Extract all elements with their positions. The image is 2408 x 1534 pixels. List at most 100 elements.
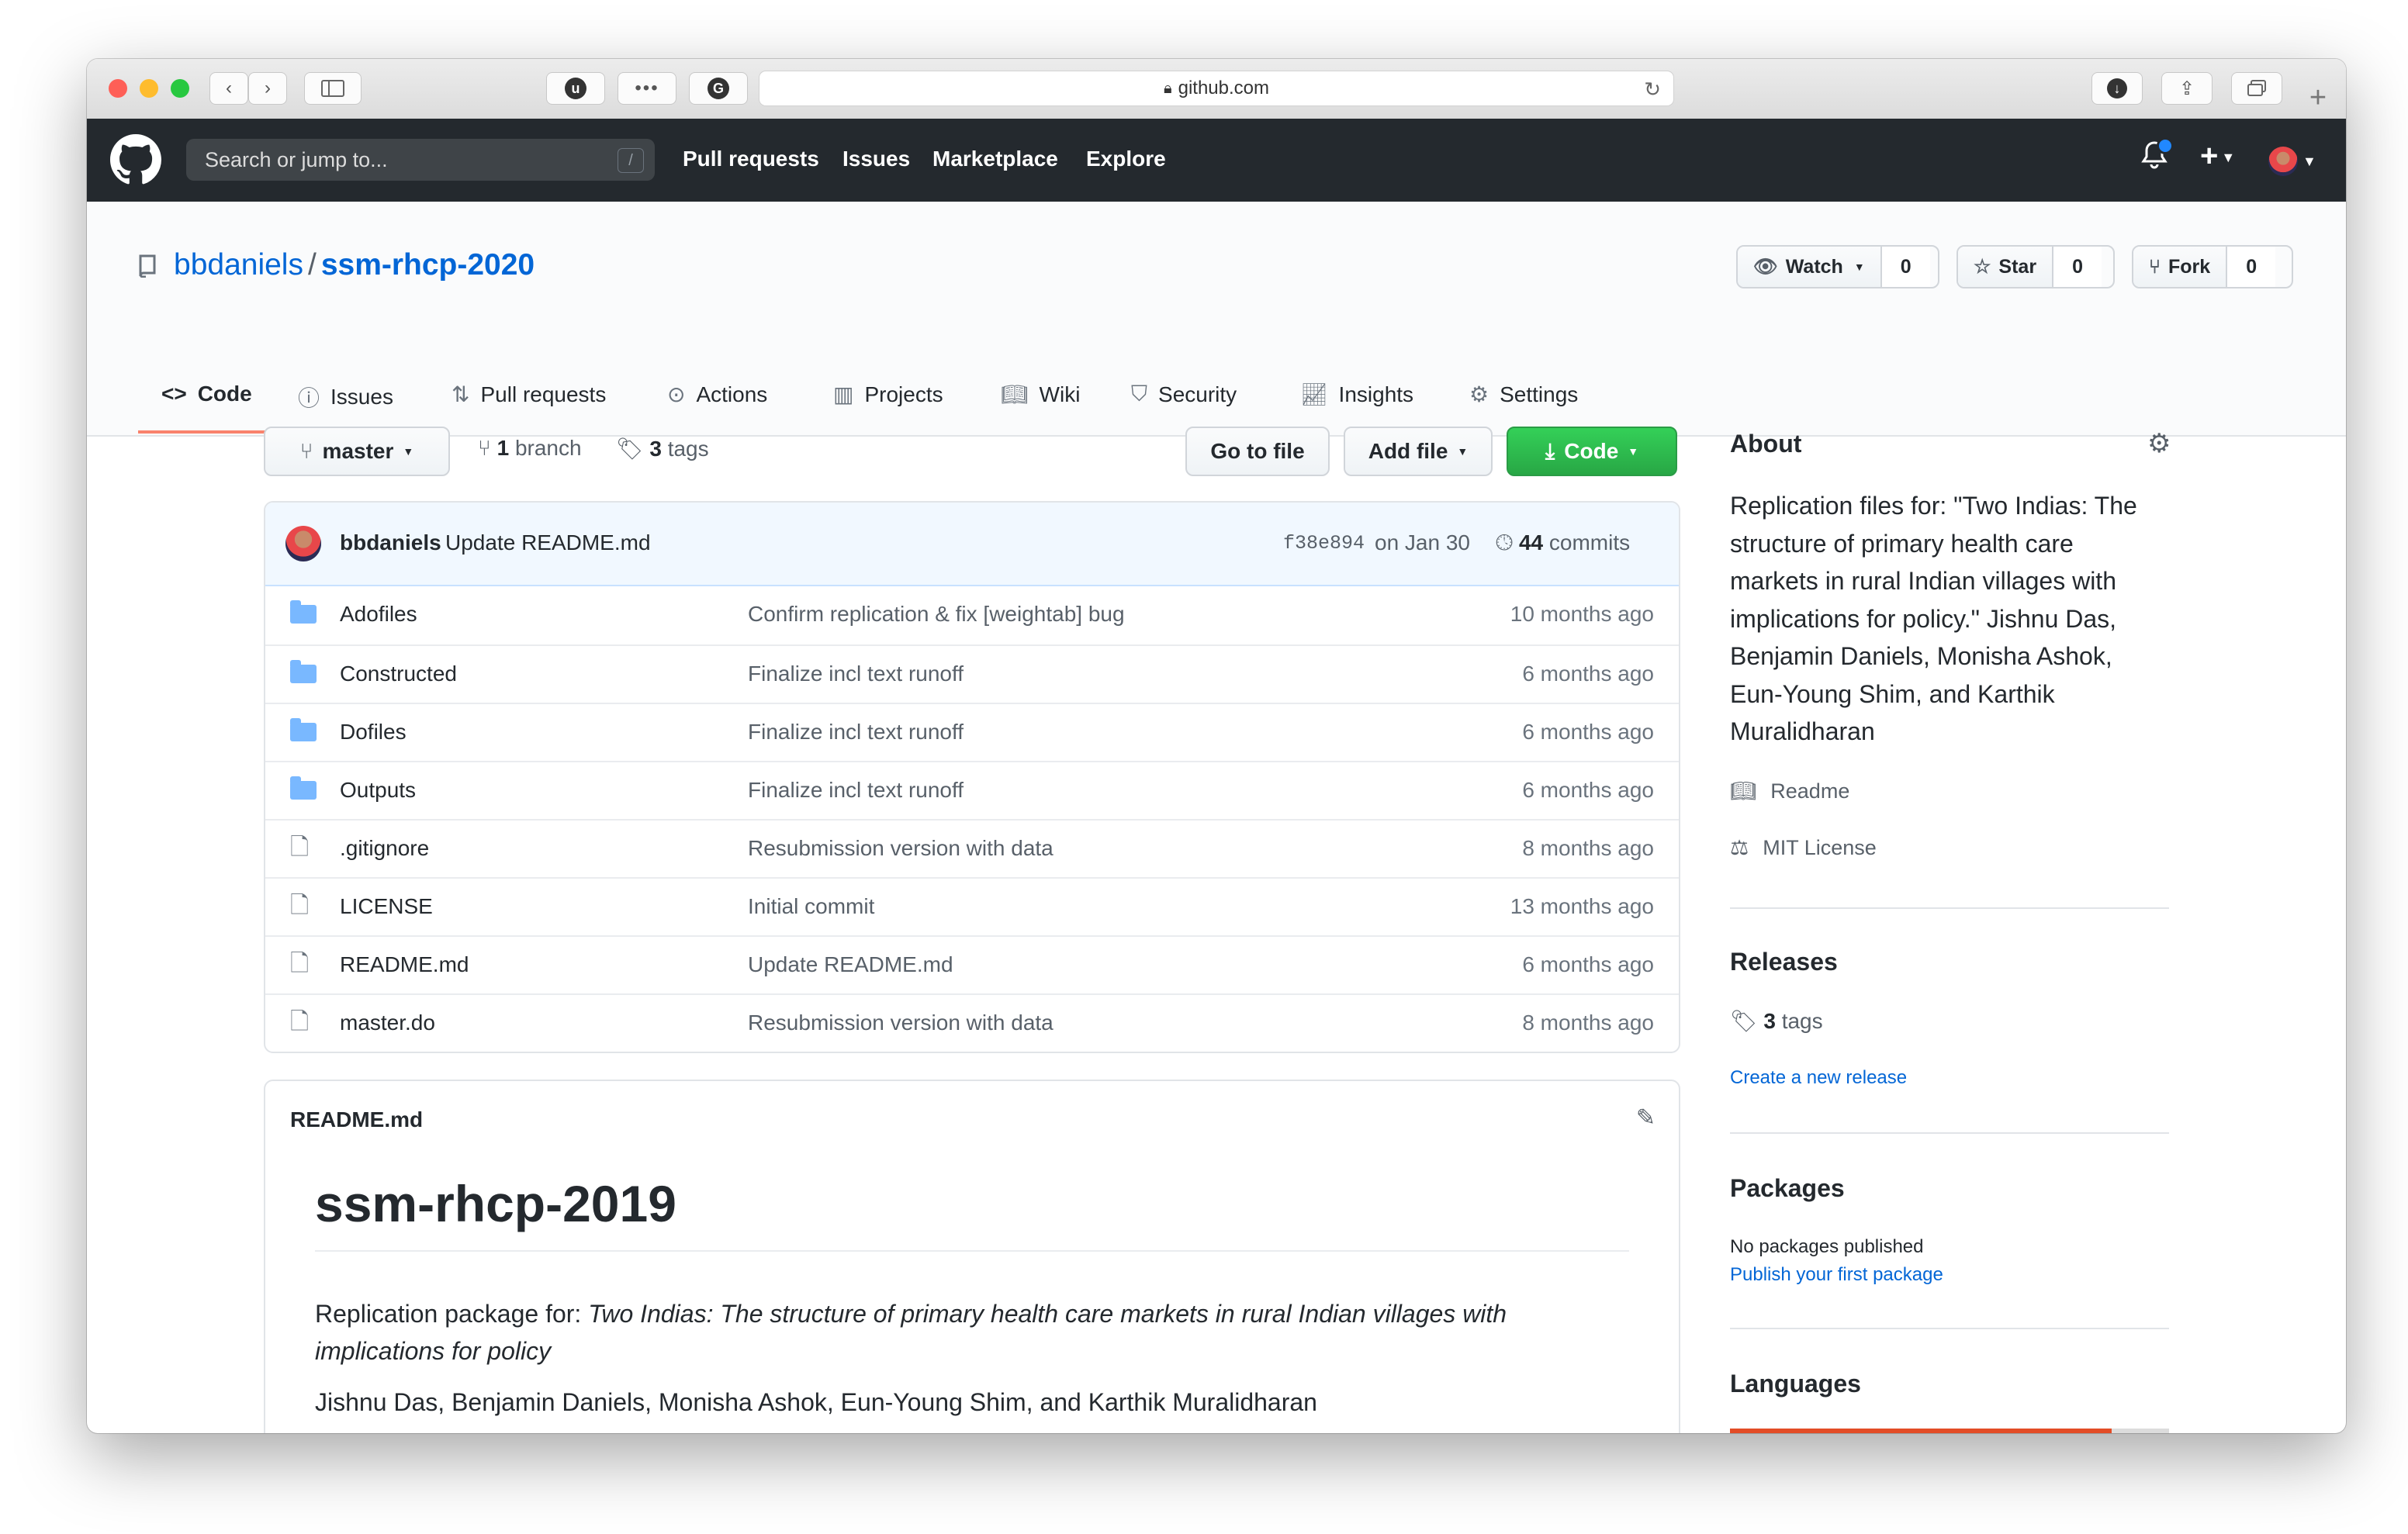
back-button[interactable]: ‹	[209, 72, 248, 105]
file-row[interactable]: Outputs Finalize incl text runoff 6 mont…	[265, 761, 1679, 819]
zoom-window-button[interactable]	[171, 79, 189, 98]
minimize-window-button[interactable]	[140, 79, 158, 98]
tab-issues[interactable]: ⓘ Issues	[298, 382, 393, 413]
file-icon: 🗋	[290, 1009, 310, 1035]
file-row[interactable]: 🗋 .gitignore Resubmission version with d…	[265, 819, 1679, 877]
file-row[interactable]: 🗋 master.do Resubmission version with da…	[265, 993, 1679, 1052]
extension-dots-button[interactable]: •••	[618, 72, 676, 105]
packages-title[interactable]: Packages	[1730, 1174, 2172, 1203]
file-commit-message[interactable]: Resubmission version with data	[748, 836, 1054, 861]
file-name[interactable]: master.do	[340, 1011, 435, 1035]
file-commit-message[interactable]: Initial commit	[748, 894, 874, 919]
fork-label: Fork	[2168, 255, 2211, 278]
file-name[interactable]: Dofiles	[340, 720, 407, 745]
releases-title[interactable]: Releases	[1730, 948, 2172, 976]
search-input[interactable]: Search or jump to... /	[186, 139, 655, 181]
file-commit-message[interactable]: Confirm replication & fix [weightab] bug	[748, 602, 1125, 627]
readme-link[interactable]: 📖︎ Readme	[1730, 779, 2172, 803]
downloads-button[interactable]: ↓	[2091, 72, 2143, 105]
file-row[interactable]: 🗋 README.md Update README.md 6 months ag…	[265, 935, 1679, 993]
repo-owner-link[interactable]: bbdaniels	[174, 248, 303, 282]
extension-u-button[interactable]: u	[546, 72, 605, 105]
file-commit-message[interactable]: Resubmission version with data	[748, 1011, 1054, 1035]
code-download-button[interactable]: ⤓ Code ▼	[1507, 427, 1677, 476]
notifications-button[interactable]	[2141, 137, 2174, 178]
user-menu[interactable]: ▼	[2268, 147, 2316, 176]
tabs-icon	[2247, 80, 2266, 96]
tab-insights[interactable]: 📈︎ Insights	[1300, 382, 1413, 407]
avatar[interactable]	[285, 526, 321, 561]
share-icon: ⇪	[2178, 78, 2195, 99]
file-row[interactable]: 🗋 LICENSE Initial commit 13 months ago	[265, 877, 1679, 935]
file-row[interactable]: Adofiles Confirm replication & fix [weig…	[265, 586, 1679, 644]
file-name[interactable]: README.md	[340, 952, 469, 977]
releases-section: Releases	[1730, 948, 2172, 976]
file-commit-message[interactable]: Finalize incl text runoff	[748, 662, 964, 686]
download-icon: ⤓	[1545, 438, 1555, 463]
repo-name-link[interactable]: ssm-rhcp-2020	[321, 248, 535, 282]
add-file-button[interactable]: Add file ▼	[1344, 427, 1493, 476]
tab-pull-requests[interactable]: ⇅ Pull requests	[452, 382, 606, 407]
star-button[interactable]: ☆ Star 0	[1956, 245, 2115, 288]
branches-link[interactable]: ⑂ 1 branch	[478, 436, 582, 461]
tab-actions[interactable]: ⊙ Actions	[667, 382, 767, 407]
extension-g-button[interactable]: G	[689, 72, 748, 105]
file-age: 13 months ago	[1510, 894, 1654, 918]
tags-link[interactable]: 🏷︎ 3 tags	[616, 436, 709, 461]
file-row[interactable]: Dofiles Finalize incl text runoff 6 mont…	[265, 703, 1679, 761]
watch-button[interactable]: 👁︎ Watch ▼ 0	[1736, 245, 1939, 288]
file-name[interactable]: Constructed	[340, 662, 457, 686]
close-window-button[interactable]	[109, 79, 127, 98]
fork-label-wrap[interactable]: ⑂ Fork	[2133, 247, 2226, 287]
releases-tags-link[interactable]: 🏷︎ 3 tags	[1730, 1008, 2172, 1034]
fork-count[interactable]: 0	[2226, 247, 2276, 287]
nav-pull-requests[interactable]: Pull requests	[683, 147, 819, 171]
create-new-menu[interactable]: + ▼	[2200, 139, 2235, 174]
publish-package-link[interactable]: Publish your first package	[1730, 1264, 2172, 1286]
commit-date: on Jan 30	[1375, 530, 1470, 555]
file-name[interactable]: Outputs	[340, 778, 416, 803]
nav-explore[interactable]: Explore	[1086, 147, 1166, 171]
nav-issues[interactable]: Issues	[842, 147, 910, 171]
create-release-link[interactable]: Create a new release	[1730, 1067, 2172, 1089]
new-tab-button[interactable]: +	[2299, 81, 2337, 118]
gear-icon[interactable]: ⚙	[2147, 428, 2171, 459]
book-icon: 📖︎	[1001, 382, 1029, 406]
license-link[interactable]: ⚖ MIT License	[1730, 836, 2172, 860]
address-bar[interactable]: 🔒︎ github.com ↻	[759, 71, 1674, 106]
watch-count[interactable]: 0	[1880, 247, 1930, 287]
watch-label-wrap[interactable]: 👁︎ Watch ▼	[1738, 247, 1880, 287]
go-to-file-button[interactable]: Go to file	[1185, 427, 1330, 476]
tab-code[interactable]: <> Code	[161, 382, 252, 406]
file-name[interactable]: Adofiles	[340, 602, 417, 627]
tab-security[interactable]: ⛉ Security	[1131, 382, 1237, 407]
commit-sha[interactable]: f38e894	[1283, 532, 1365, 555]
reload-icon[interactable]: ↻	[1644, 78, 1661, 102]
forward-button[interactable]: ›	[248, 72, 287, 105]
sidebar-toggle-button[interactable]	[304, 72, 362, 105]
file-commit-message[interactable]: Finalize incl text runoff	[748, 720, 964, 745]
file-commit-message[interactable]: Update README.md	[748, 952, 953, 977]
download-icon: ↓	[2107, 78, 2127, 98]
file-row[interactable]: Constructed Finalize incl text runoff 6 …	[265, 644, 1679, 703]
tabs-overview-button[interactable]	[2231, 72, 2282, 105]
branch-icon: ⑂	[478, 436, 491, 460]
tab-projects[interactable]: ▥ Projects	[833, 382, 943, 407]
fork-button[interactable]: ⑂ Fork 0	[2132, 245, 2293, 288]
star-count[interactable]: 0	[2052, 247, 2102, 287]
file-name[interactable]: .gitignore	[340, 836, 429, 861]
nav-marketplace[interactable]: Marketplace	[932, 147, 1058, 171]
commit-history-link[interactable]: 🕓︎ 44 commits	[1496, 530, 1630, 556]
tab-label: Settings	[1500, 382, 1579, 406]
star-label-wrap[interactable]: ☆ Star	[1958, 247, 2053, 287]
tab-settings[interactable]: ⚙ Settings	[1469, 382, 1578, 407]
file-commit-message[interactable]: Finalize incl text runoff	[748, 778, 964, 803]
github-logo-icon[interactable]	[110, 134, 161, 185]
commit-message[interactable]: Update README.md	[445, 530, 651, 555]
tab-wiki[interactable]: 📖︎ Wiki	[1001, 382, 1080, 407]
file-name[interactable]: LICENSE	[340, 894, 433, 919]
branch-select[interactable]: ⑂ master ▼	[264, 427, 450, 476]
commit-author[interactable]: bbdaniels	[340, 530, 441, 555]
share-button[interactable]: ⇪	[2161, 72, 2213, 105]
edit-pencil-icon[interactable]: ✎	[1636, 1104, 1656, 1131]
